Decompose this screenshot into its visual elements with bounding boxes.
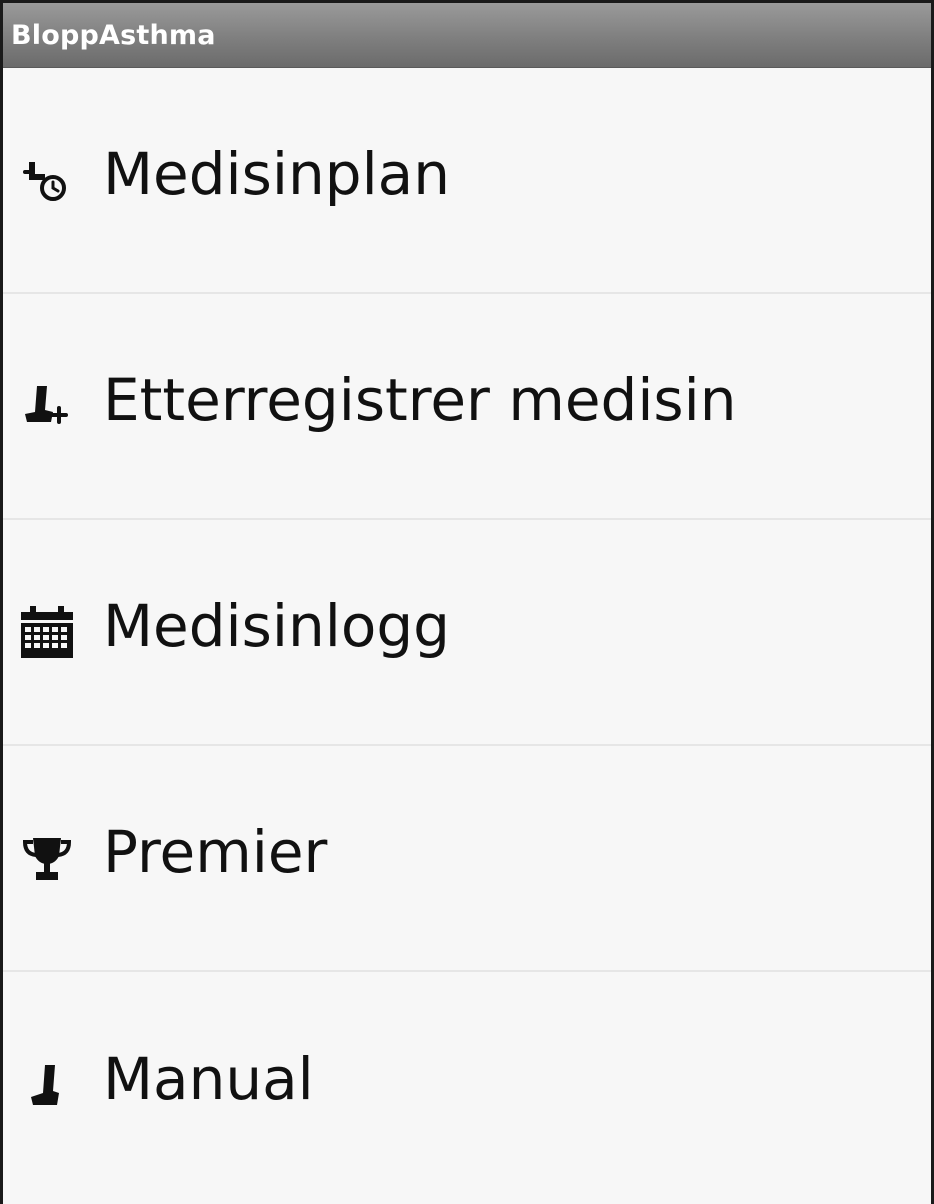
- calendar-icon: [15, 600, 79, 664]
- menu-item-manual[interactable]: Manual: [3, 972, 931, 1198]
- menu-item-medisinplan[interactable]: Medisinplan: [3, 68, 931, 294]
- menu-item-etterregistrer-medisin[interactable]: Etterregistrer medisin: [3, 294, 931, 520]
- menu-item-label: Etterregistrer medisin: [103, 366, 737, 434]
- inhaler-clock-icon: [15, 148, 79, 212]
- main-menu: Medisinplan Etterregistrer medisin Medis…: [3, 68, 931, 1198]
- menu-item-label: Medisinlogg: [103, 592, 450, 660]
- menu-item-medisinlogg[interactable]: Medisinlogg: [3, 520, 931, 746]
- app-title: BloppAsthma: [11, 19, 216, 51]
- inhaler-plus-icon: [15, 374, 79, 438]
- menu-item-premier[interactable]: Premier: [3, 746, 931, 972]
- app-window: BloppAsthma Medisinplan Etterregistrer m…: [0, 0, 934, 1204]
- menu-item-label: Medisinplan: [103, 140, 450, 208]
- title-bar: BloppAsthma: [3, 3, 931, 68]
- menu-item-label: Manual: [103, 1045, 314, 1113]
- trophy-icon: [15, 826, 79, 890]
- inhaler-icon: [15, 1053, 79, 1117]
- menu-item-label: Premier: [103, 818, 328, 886]
